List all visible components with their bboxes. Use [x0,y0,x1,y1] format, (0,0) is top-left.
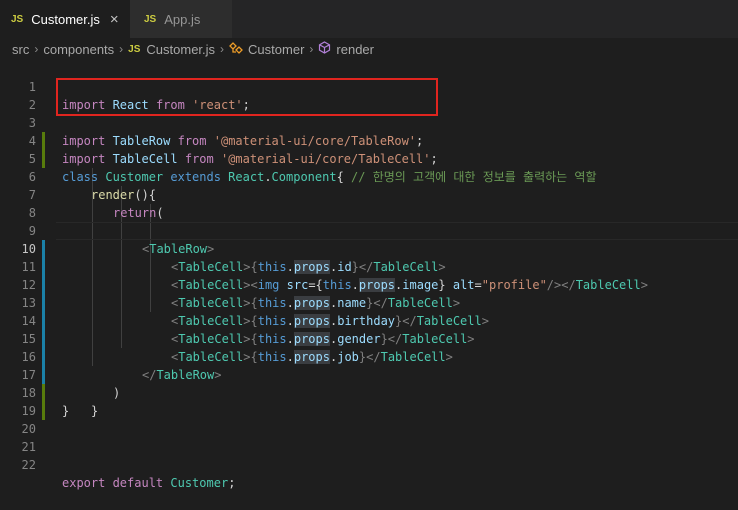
code-line-14: 14 <TableCell>{this.props.job}</TableCel… [0,294,738,366]
chevron-right-icon: › [309,42,314,56]
code-line-17: 17 } [0,348,738,420]
class-symbol-icon [229,41,243,57]
code-line-20: 20 [0,402,738,436]
tab-label: App.js [164,11,201,27]
chevron-right-icon: › [220,42,225,56]
code-line-6: 6 render(){ [0,150,738,202]
breadcrumb-item-method[interactable]: render [336,42,374,57]
line-number: 22 [21,458,36,472]
tab-bar: JS Customer.js × JS App.js [0,0,738,38]
code-line-21: 21 [0,420,738,454]
tab-customer-js[interactable]: JS Customer.js × [0,0,130,38]
code-line-7: 7 return( [0,168,738,220]
chevron-right-icon: › [34,42,39,56]
close-icon[interactable]: × [110,12,119,27]
code-line-4: 4 [0,114,738,148]
code-line-19: 19 [0,384,738,418]
breadcrumb-item-components[interactable]: components [43,42,114,57]
breadcrumb: src › components › JS Customer.js › Cust… [0,38,738,60]
js-file-icon: JS [128,43,141,55]
breadcrumb-item-src[interactable]: src [12,42,29,57]
code-line-5: 5 class Customer extends React.Component… [0,132,738,184]
code-line-12: 12 <TableCell>{this.props.birthday}</Tab… [0,258,738,330]
code-editor[interactable]: 1 import React from 'react'; 2 import Ta… [0,60,738,490]
tab-label: Customer.js [31,12,100,27]
code-line-1: 1 import React from 'react'; [0,60,738,112]
code-line-11: 11 <TableCell>{this.props.name}</TableCe… [0,240,738,312]
chevron-right-icon: › [119,42,124,56]
code-line-15: 15 </TableRow> [0,312,738,384]
code-line-10: 10 <TableCell><img src={this.props.image… [0,222,738,294]
tab-app-js[interactable]: JS App.js [130,0,232,38]
js-file-icon: JS [144,13,157,25]
js-file-icon: JS [11,14,24,25]
highlight-annotation-box [56,78,438,116]
code-line-18: 18 } [0,366,738,418]
breadcrumb-item-file[interactable]: Customer.js [146,42,215,57]
code-line-16: 16 ) [0,330,738,402]
code-line-8: 8 <TableRow> [0,186,738,258]
method-symbol-icon [318,41,331,57]
code-line-22: 22 export default Customer; [0,438,738,490]
code-line-9: 9 <TableCell>{this.props.id}</TableCell> [0,204,738,276]
breadcrumb-item-class[interactable]: Customer [248,42,304,57]
code-line-13: 13 <TableCell>{this.props.gender}</Table… [0,276,738,348]
